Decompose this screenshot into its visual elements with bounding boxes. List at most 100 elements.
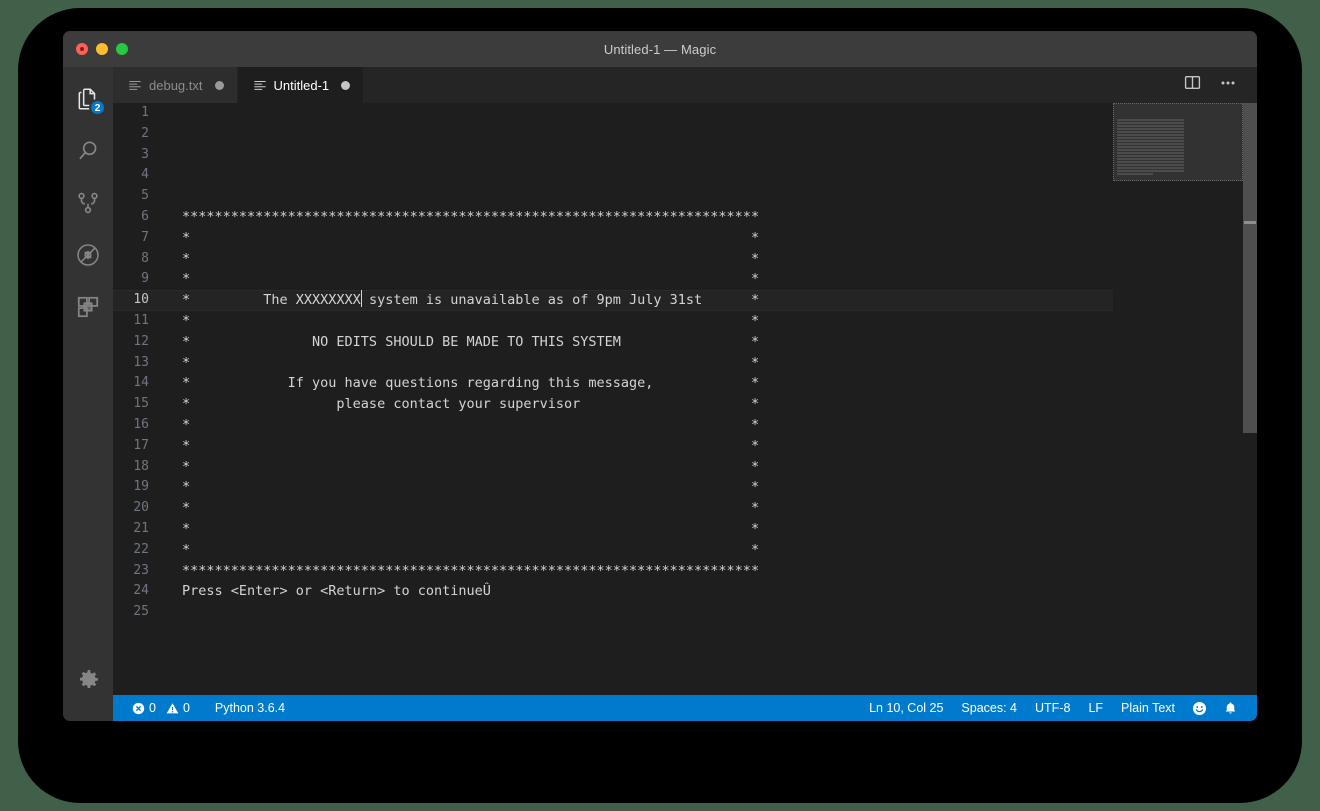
status-feedback-button[interactable]	[1184, 695, 1215, 721]
tab-debug-txt[interactable]: debug.txt	[113, 67, 238, 103]
code-line[interactable]: 10 * The XXXXXXXX system is unavailable a…	[113, 290, 1257, 311]
code-line[interactable]: 17 * *	[113, 436, 1257, 457]
code-line[interactable]: 12 * NO EDITS SHOULD BE MADE TO THIS SYST…	[113, 332, 1257, 353]
line-text: ****************************************…	[182, 562, 760, 579]
line-text: * *	[182, 437, 760, 454]
window-title: Untitled-1 — Magic	[603, 41, 717, 57]
tab-dirty-indicator[interactable]	[214, 80, 224, 90]
line-text: * *	[182, 416, 760, 433]
error-icon	[132, 702, 145, 715]
code-line[interactable]: 14 * If you have questions regarding this…	[113, 373, 1257, 394]
tab-untitled-1[interactable]: Untitled-1	[237, 67, 365, 103]
tab-bar: debug.txt Untitled-1	[113, 67, 1257, 103]
line-number: 17	[133, 437, 149, 453]
code-line[interactable]: 24 Press <Enter> or <Return> to continueÛ	[113, 581, 1257, 602]
line-number: 16	[133, 416, 149, 432]
status-problems[interactable]: 0 0	[124, 695, 198, 721]
line-number: 5	[141, 188, 149, 204]
code-line[interactable]: 20 * *	[113, 498, 1257, 519]
window-controls	[63, 43, 128, 55]
status-bar-right: Ln 10, Col 25 Spaces: 4 UTF-8 LF Plain T…	[860, 695, 1257, 721]
code-line[interactable]: 23 **************************************…	[113, 561, 1257, 582]
window-body: 2 debug.txt Untitled-1 1 2 3 4 5 6 *****…	[63, 67, 1257, 721]
code-line[interactable]: 7 * *	[113, 228, 1257, 249]
status-encoding[interactable]: UTF-8	[1026, 695, 1079, 721]
code-line[interactable]: 15 * please contact your supervisor *	[113, 394, 1257, 415]
editor-actions	[1179, 67, 1257, 103]
line-number: 22	[133, 541, 149, 557]
minimize-button[interactable]	[96, 43, 108, 55]
activity-item-source-control[interactable]	[63, 177, 113, 229]
code-line[interactable]: 13 * *	[113, 353, 1257, 374]
code-line[interactable]: 25	[113, 602, 1257, 623]
more-actions-button[interactable]	[1215, 72, 1241, 98]
line-number: 6	[141, 208, 149, 224]
activity-item-search[interactable]	[63, 125, 113, 177]
code-line[interactable]: 2	[113, 124, 1257, 145]
activity-item-manage[interactable]	[63, 653, 113, 705]
code-line[interactable]: 5	[113, 186, 1257, 207]
line-number: 2	[141, 125, 149, 141]
line-number: 15	[133, 396, 149, 412]
tab-dirty-indicator[interactable]	[341, 80, 351, 90]
line-number: 3	[141, 146, 149, 162]
status-bar-left: 0 0 Python 3.6.4	[113, 695, 294, 721]
minimap-slider[interactable]	[1113, 103, 1243, 181]
split-editor-button[interactable]	[1179, 72, 1205, 98]
line-text: * *	[182, 312, 760, 329]
status-bar: 0 0 Python 3.6.4 Ln 10, Col 25 Spaces: 4…	[113, 695, 1257, 721]
code-line[interactable]: 11 * *	[113, 311, 1257, 332]
activity-item-extensions[interactable]	[63, 281, 113, 333]
vertical-scrollbar[interactable]	[1243, 103, 1257, 695]
code-lines[interactable]: 1 2 3 4 5 6 **********************************…	[113, 103, 1257, 695]
code-line[interactable]: 9 * *	[113, 269, 1257, 290]
code-line[interactable]: 3	[113, 145, 1257, 166]
activity-item-run-and-debug[interactable]	[63, 229, 113, 281]
scrollbar-thumb[interactable]	[1243, 103, 1257, 433]
screen: Untitled-1 — Magic 2 debug.txt Untitled-…	[0, 0, 1320, 811]
status-notifications-button[interactable]	[1215, 695, 1246, 721]
code-line[interactable]: 22 * *	[113, 540, 1257, 561]
maximize-button[interactable]	[116, 43, 128, 55]
line-text: * If you have questions regarding this m…	[182, 375, 760, 392]
status-eol[interactable]: LF	[1079, 695, 1112, 721]
activity-item-explorer[interactable]: 2	[63, 73, 113, 125]
close-button[interactable]	[76, 43, 88, 55]
bell-icon	[1223, 701, 1238, 716]
text-cursor	[360, 290, 362, 308]
line-text: * *	[182, 229, 760, 246]
code-line[interactable]: 4	[113, 165, 1257, 186]
code-line[interactable]: 16 * *	[113, 415, 1257, 436]
search-icon	[75, 138, 101, 164]
tab-list: debug.txt Untitled-1	[113, 67, 365, 103]
status-interpreter[interactable]: Python 3.6.4	[206, 695, 294, 721]
code-line[interactable]: 18 * *	[113, 457, 1257, 478]
gear-icon	[76, 667, 101, 692]
minimap[interactable]	[1113, 103, 1243, 695]
scrollbar-cursor-marker	[1244, 221, 1256, 224]
line-number: 13	[133, 354, 149, 370]
split-editor-icon	[1184, 74, 1201, 96]
line-number: 18	[133, 458, 149, 474]
line-text: * *	[182, 500, 760, 517]
code-pane[interactable]: 1 2 3 4 5 6 **********************************…	[113, 103, 1257, 695]
warning-icon	[166, 702, 179, 715]
code-line[interactable]: 6 ***************************************…	[113, 207, 1257, 228]
line-number: 7	[141, 229, 149, 245]
status-cursor-position[interactable]: Ln 10, Col 25	[860, 695, 952, 721]
tab-label: debug.txt	[149, 77, 203, 93]
code-line[interactable]: 8 * *	[113, 249, 1257, 270]
line-text: * *	[182, 520, 760, 537]
status-language-mode[interactable]: Plain Text	[1112, 695, 1184, 721]
line-text: * *	[182, 354, 760, 371]
smiley-icon	[1192, 701, 1207, 716]
source-control-icon	[75, 190, 101, 216]
line-text: * *	[182, 541, 760, 558]
code-line[interactable]: 21 * *	[113, 519, 1257, 540]
code-line[interactable]: 1	[113, 103, 1257, 124]
editor-area: debug.txt Untitled-1 1 2 3 4 5 6 *******…	[113, 67, 1257, 721]
status-indentation[interactable]: Spaces: 4	[952, 695, 1026, 721]
line-number: 4	[141, 167, 149, 183]
code-line[interactable]: 19 * *	[113, 477, 1257, 498]
line-number: 12	[133, 333, 149, 349]
